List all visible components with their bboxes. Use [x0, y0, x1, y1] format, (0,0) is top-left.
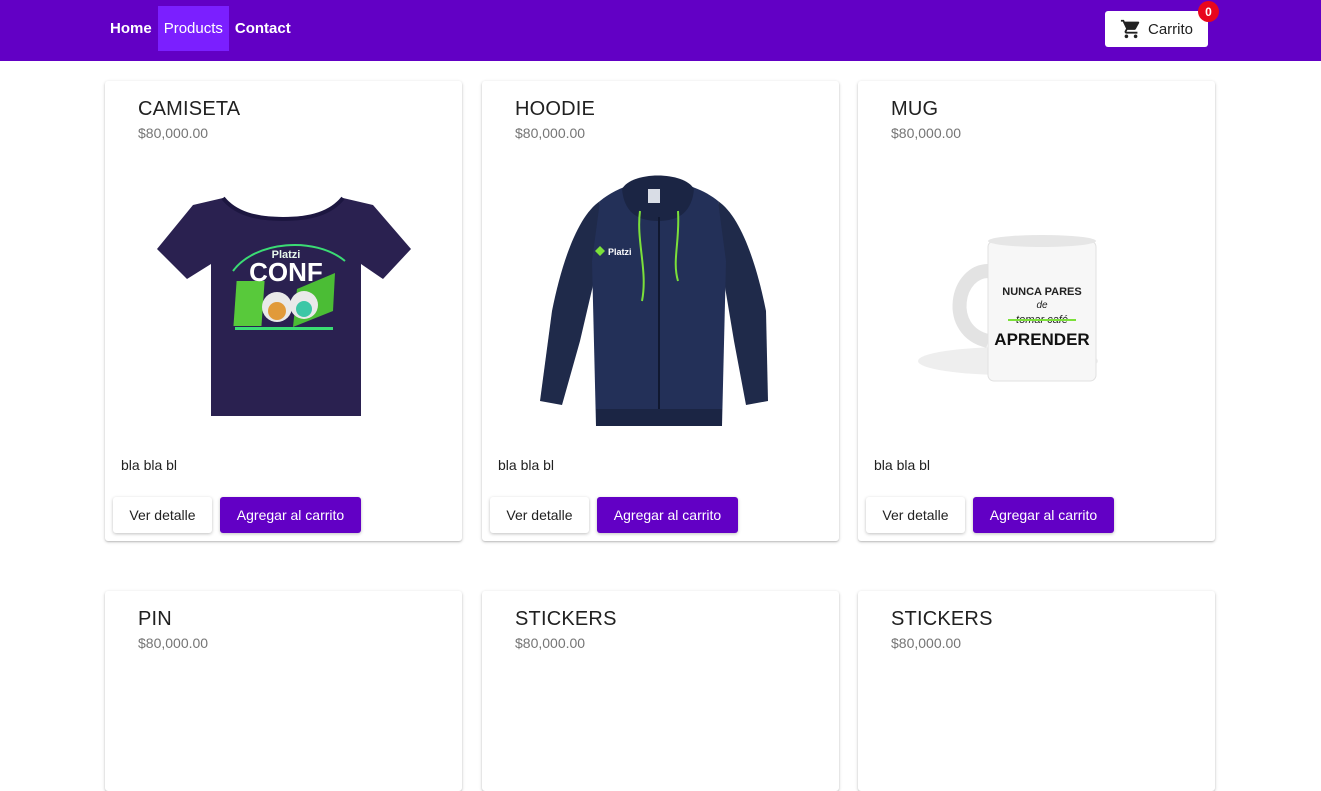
product-card-stickers: STICKERS $80,000.00 [482, 591, 839, 791]
product-card-stickers-2: STICKERS $80,000.00 [858, 591, 1215, 791]
product-price: $80,000.00 [891, 125, 962, 141]
product-title: HOODIE [515, 98, 596, 120]
product-description: bla bla bl [874, 457, 931, 473]
product-card-camiseta: CAMISETA $80,000.00 Platzi CONF bla bla … [105, 81, 462, 541]
nav-contact[interactable]: Contact [229, 6, 297, 51]
mug-text-line4: APRENDER [994, 330, 1089, 349]
hoodie-logo-text: Platzi [608, 247, 632, 257]
cart-button[interactable]: Carrito [1105, 11, 1208, 47]
main-nav: Home Products Contact [104, 6, 297, 51]
product-price: $80,000.00 [515, 635, 586, 651]
product-description: bla bla bl [121, 457, 178, 473]
view-detail-button[interactable]: Ver detalle [866, 497, 965, 533]
cart-label: Carrito [1147, 20, 1193, 38]
product-title: STICKERS [515, 608, 617, 630]
tshirt-print-text: CONF [249, 257, 323, 287]
mug-text-line1: NUNCA PARES [1002, 286, 1081, 298]
product-price: $80,000.00 [891, 635, 962, 651]
cart-count-badge: 0 [1198, 1, 1219, 22]
add-to-cart-button[interactable]: Agregar al carrito [220, 497, 361, 533]
product-description: bla bla bl [498, 457, 555, 473]
top-app-bar: Home Products Contact Carrito 0 [0, 0, 1321, 61]
product-price: $80,000.00 [138, 635, 209, 651]
product-card-hoodie: HOODIE $80,000.00 Platzi bla bla bl Ver … [482, 81, 839, 541]
hoodie-image: Platzi [482, 161, 839, 441]
add-to-cart-button[interactable]: Agregar al carrito [597, 497, 738, 533]
product-card-pin: PIN $80,000.00 [105, 591, 462, 791]
nav-products[interactable]: Products [157, 6, 229, 51]
product-price: $80,000.00 [138, 125, 209, 141]
product-card-mug: MUG $80,000.00 NUNCA PARES de tomar café… [858, 81, 1215, 541]
tshirt-image: Platzi CONF [105, 161, 462, 441]
product-title: STICKERS [891, 608, 993, 630]
mug-text-line2: de [1036, 300, 1048, 311]
product-title: PIN [138, 608, 172, 630]
mug-image: NUNCA PARES de tomar café APRENDER [858, 161, 1215, 441]
view-detail-button[interactable]: Ver detalle [113, 497, 212, 533]
shopping-cart-icon [1120, 18, 1142, 40]
product-title: CAMISETA [138, 98, 241, 120]
nav-home[interactable]: Home [104, 6, 158, 51]
add-to-cart-button[interactable]: Agregar al carrito [973, 497, 1114, 533]
product-price: $80,000.00 [515, 125, 586, 141]
product-title: MUG [891, 98, 939, 120]
view-detail-button[interactable]: Ver detalle [490, 497, 589, 533]
